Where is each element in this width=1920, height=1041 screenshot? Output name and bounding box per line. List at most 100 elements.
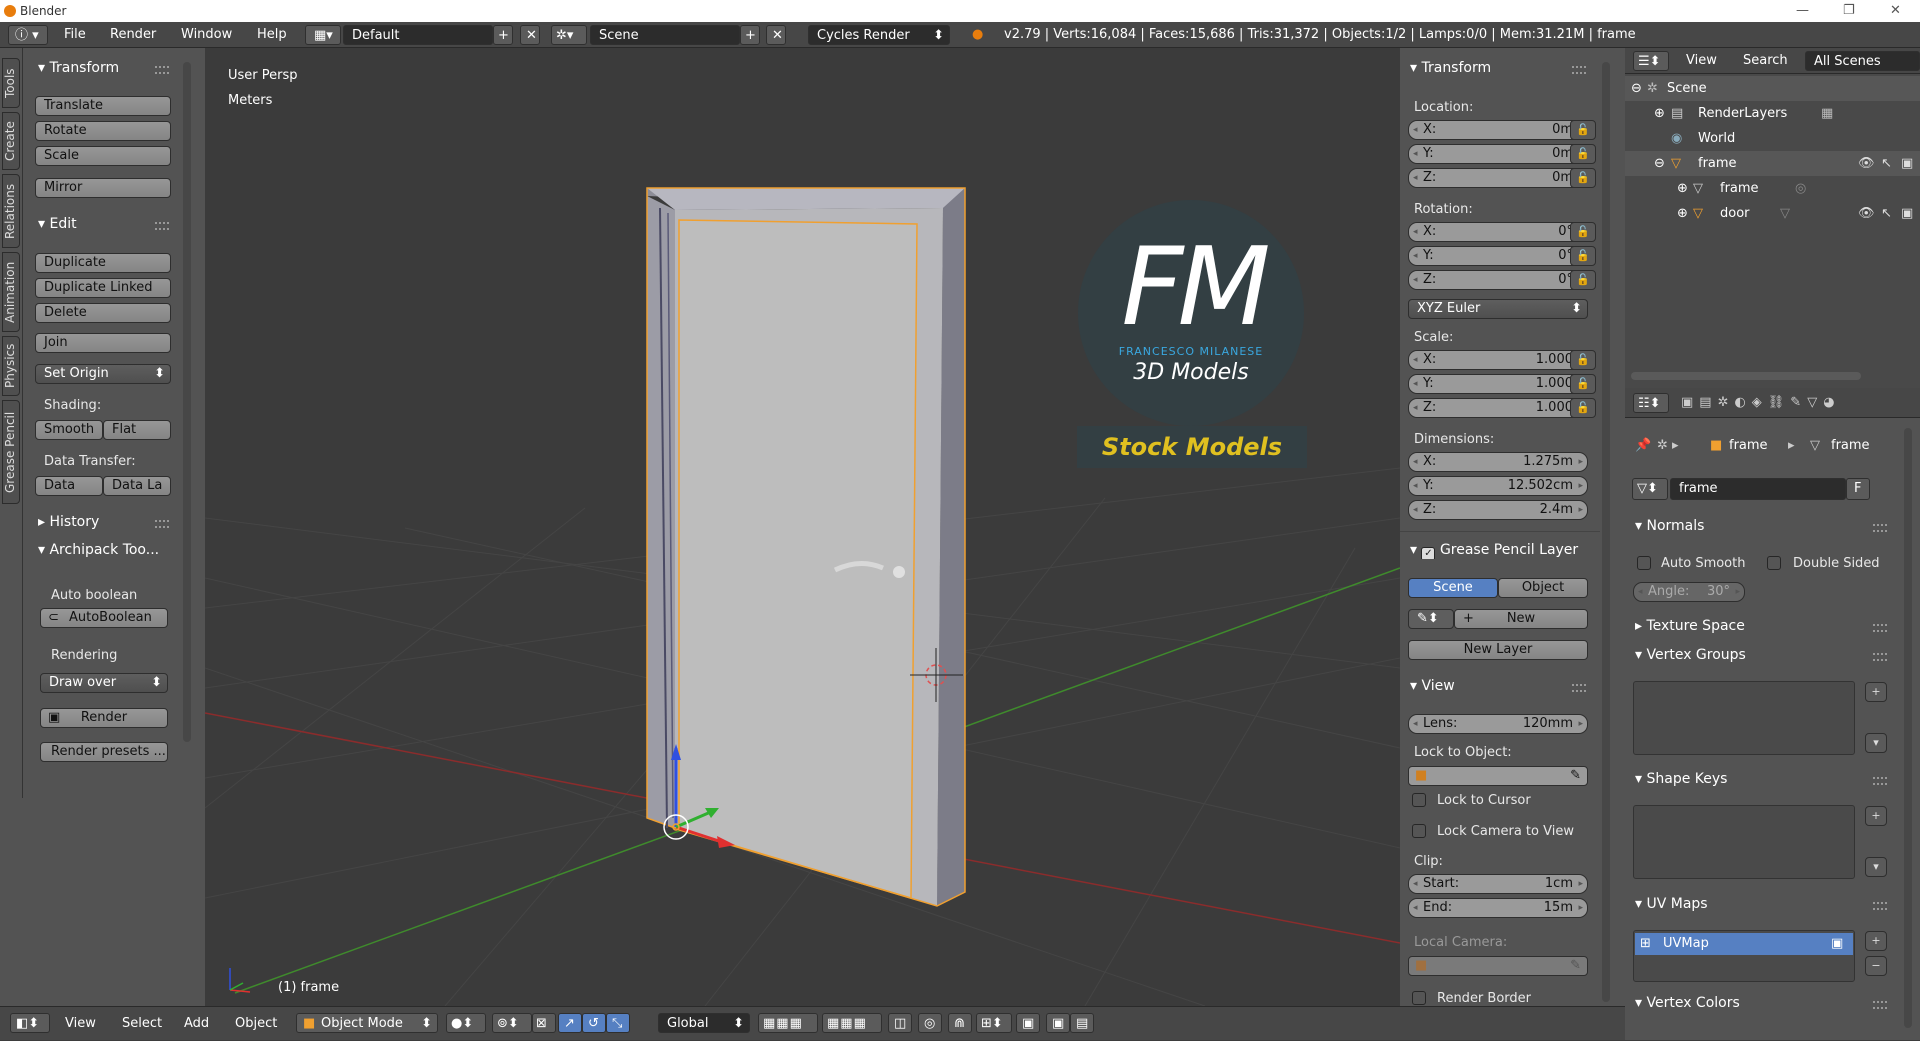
tab-animation[interactable]: Animation <box>2 252 20 332</box>
cursor-icon[interactable]: ↖ <box>1881 201 1892 226</box>
autoboolean-button[interactable]: ⊂ AutoBoolean <box>40 608 168 628</box>
menu-add[interactable]: Add <box>184 1007 209 1041</box>
opengl-render-icon[interactable]: ▣ <box>1046 1013 1070 1033</box>
shape-key-menu-button[interactable]: ▾ <box>1865 857 1887 877</box>
smooth-button[interactable]: Smooth <box>35 420 103 440</box>
clip-start-field[interactable]: ◂ Start: 1cm ▸ <box>1408 874 1588 894</box>
pin-icon[interactable]: 📌 <box>1635 438 1651 453</box>
gp-new-button[interactable]: + New <box>1454 609 1588 629</box>
lock-icon[interactable]: 🔓 <box>1570 144 1596 164</box>
3d-viewport[interactable]: User Persp Meters (1) frame FM FRANCESCO… <box>205 48 1400 1006</box>
eyedropper-icon[interactable]: ✎ <box>1570 957 1581 975</box>
render-button[interactable]: ▣ Render <box>40 708 168 728</box>
scale-x-field[interactable]: ◂X:1.000▸ <box>1408 350 1588 370</box>
render-icon[interactable]: ▣ <box>1901 151 1913 176</box>
tab-physics[interactable]: Physics <box>2 336 20 396</box>
local-camera-field[interactable]: ■ ✎ <box>1408 956 1588 976</box>
gp-new-layer-button[interactable]: New Layer <box>1408 640 1588 660</box>
eyedropper-icon[interactable]: ✎ <box>1570 767 1581 785</box>
lock-icon[interactable]: 🔓 <box>1570 398 1596 418</box>
set-origin-select[interactable]: Set Origin ⬍ <box>35 364 171 384</box>
vertex-group-menu-button[interactable]: ▾ <box>1865 733 1887 753</box>
render-presets-button[interactable]: Render presets ... <box>40 742 168 762</box>
panel-grip-icon[interactable] <box>1873 1001 1887 1009</box>
panel-view-header[interactable]: ▾ View <box>1410 678 1455 694</box>
scene-field[interactable]: Scene <box>590 25 740 45</box>
remove-layout-button[interactable]: ✕ <box>520 25 540 45</box>
rotate-manipulator-icon[interactable]: ↺ <box>582 1013 606 1033</box>
dimensions-x-field[interactable]: ◂ X: 1.275m ▸ <box>1408 452 1588 472</box>
screen-layout-icon[interactable]: ▦▾ <box>305 25 341 45</box>
data-button[interactable]: Data <box>35 476 103 496</box>
menu-select[interactable]: Select <box>122 1007 162 1041</box>
proportional-edit-icon[interactable]: ◎ <box>918 1013 942 1033</box>
add-shape-key-button[interactable]: + <box>1865 806 1887 826</box>
render-icon[interactable]: ▣ <box>1901 201 1913 226</box>
panel-shape-keys-header[interactable]: ▾ Shape Keys <box>1635 771 1727 787</box>
mirror-button[interactable]: Mirror <box>35 178 171 198</box>
properties-context-tabs[interactable]: ▣▤✲◐◈⛓✎▽◕ <box>1681 393 1841 413</box>
panel-grip-icon[interactable] <box>1873 653 1887 661</box>
rotation-y-field[interactable]: ◂Y:0°▸ <box>1408 246 1588 266</box>
panel-transform-header[interactable]: ▾ Transform <box>38 60 119 76</box>
lock-icon[interactable]: 🔓 <box>1570 168 1596 188</box>
lock-icon[interactable]: 🔓 <box>1570 270 1596 290</box>
join-button[interactable]: Join <box>35 333 171 353</box>
lens-field[interactable]: ◂ Lens: 120mm ▸ <box>1408 714 1588 734</box>
properties-editor-icon[interactable]: ☷⬍ <box>1633 393 1669 413</box>
scale-y-field[interactable]: ◂Y:1.000▸ <box>1408 374 1588 394</box>
editor-type-button[interactable]: ⓘ ▾ <box>8 25 48 45</box>
snap-element-select[interactable]: ⊞⬍ <box>976 1013 1012 1033</box>
scene-icon[interactable]: ✲▾ <box>551 25 587 45</box>
rotation-z-field[interactable]: ◂Z:0°▸ <box>1408 270 1588 290</box>
duplicate-button[interactable]: Duplicate <box>35 253 171 273</box>
menu-view[interactable]: View <box>65 1007 96 1041</box>
fake-user-button[interactable]: F <box>1846 478 1870 500</box>
add-layout-button[interactable]: + <box>493 25 513 45</box>
outliner-item-renderlayers[interactable]: ⊕ ▤ RenderLayers ▦ <box>1625 101 1920 126</box>
rotation-x-field[interactable]: ◂X:0°▸ <box>1408 222 1588 242</box>
outliner-filter-select[interactable]: All Scenes <box>1805 51 1920 71</box>
pivot-point-select[interactable]: ⊚⬍ <box>492 1013 532 1033</box>
menu-object[interactable]: Object <box>235 1007 277 1041</box>
location-x-field[interactable]: ◂X:0m▸ <box>1408 120 1588 140</box>
panel-grip-icon[interactable] <box>1873 902 1887 910</box>
outliner-menu-view[interactable]: View <box>1686 51 1717 71</box>
eye-icon[interactable]: 👁 <box>1858 201 1875 226</box>
translate-manipulator-icon[interactable]: ↗ <box>558 1013 582 1033</box>
lock-icon[interactable]: 🔓 <box>1570 374 1596 394</box>
render-border-checkbox[interactable] <box>1412 991 1426 1005</box>
panel-grip-icon[interactable] <box>155 222 169 230</box>
minimize-button[interactable]: — <box>1796 0 1809 22</box>
outliner-item-scene[interactable]: ⊖ ✲ Scene <box>1625 76 1920 101</box>
scale-z-field[interactable]: ◂Z:1.000▸ <box>1408 398 1588 418</box>
manipulator-icon[interactable]: ⊠ <box>532 1013 556 1033</box>
lock-object-field[interactable]: ■ ✎ <box>1408 766 1588 786</box>
outliner-item-frame-mesh[interactable]: ⊕ ▽ frame ◎ <box>1625 176 1920 201</box>
panel-grip-icon[interactable] <box>155 520 169 528</box>
panel-history-header[interactable]: ▸ History <box>38 514 99 530</box>
dimensions-z-field[interactable]: ◂ Z: 2.4m ▸ <box>1408 500 1588 520</box>
editor-type-button[interactable]: ◧⬍ <box>10 1013 50 1033</box>
double-sided-checkbox[interactable] <box>1767 556 1781 570</box>
rotate-button[interactable]: Rotate <box>35 121 171 141</box>
mode-select[interactable]: ■ Object Mode ⬍ <box>296 1013 438 1033</box>
remove-scene-button[interactable]: ✕ <box>766 25 786 45</box>
translate-button[interactable]: Translate <box>35 96 171 116</box>
menu-file[interactable]: File <box>64 25 86 45</box>
viewport-shading-select[interactable]: ●⬍ <box>446 1013 486 1033</box>
panel-grease-pencil-header[interactable]: ▾ ✓ Grease Pencil Layer <box>1410 542 1600 559</box>
opengl-anim-icon[interactable]: ▤ <box>1070 1013 1094 1033</box>
panel-grip-icon[interactable] <box>1572 684 1586 692</box>
mesh-datablock-icon[interactable]: ▽⬍ <box>1632 478 1668 500</box>
toolshelf-scrollbar[interactable] <box>183 62 191 742</box>
auto-smooth-checkbox[interactable] <box>1637 556 1651 570</box>
data-layout-button[interactable]: Data La <box>103 476 171 496</box>
panel-grip-icon[interactable] <box>1873 524 1887 532</box>
flat-button[interactable]: Flat <box>103 420 171 440</box>
screen-layout-field[interactable]: Default <box>343 25 493 45</box>
panel-texture-space-header[interactable]: ▸ Texture Space <box>1635 618 1745 634</box>
cursor-icon[interactable]: ↖ <box>1881 151 1892 176</box>
panel-transform-header[interactable]: ▾ Transform <box>1410 60 1491 76</box>
scale-manipulator-icon[interactable]: ⤡ <box>606 1013 630 1033</box>
